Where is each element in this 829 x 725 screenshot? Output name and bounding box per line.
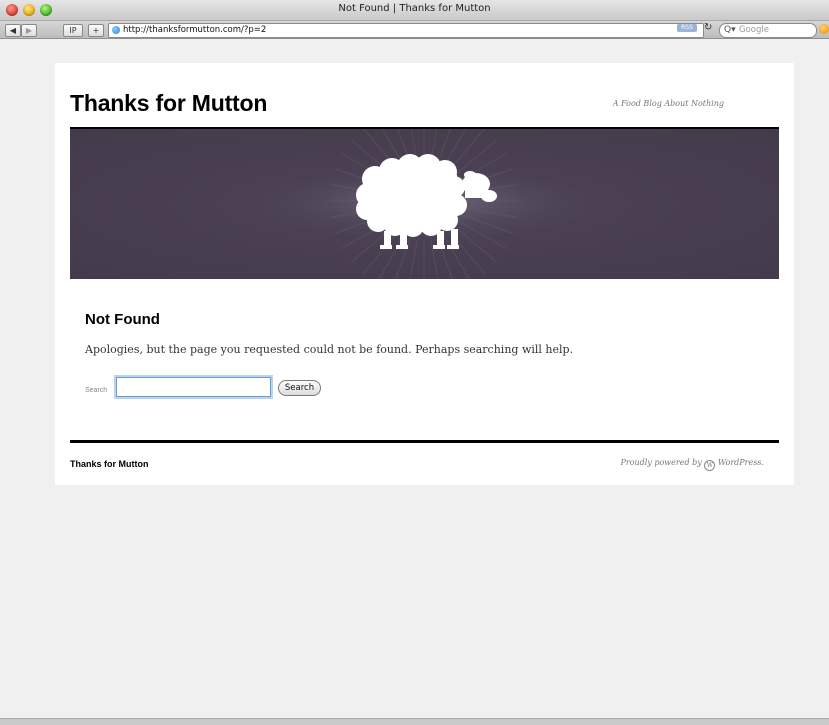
globe-icon bbox=[112, 26, 120, 34]
sheep-logo bbox=[356, 154, 497, 249]
footer-credit: Proudly powered by W WordPress. bbox=[620, 458, 764, 471]
page-container: Thanks for Mutton A Food Blog About Noth… bbox=[55, 63, 794, 485]
site-title[interactable]: Thanks for Mutton bbox=[70, 90, 267, 117]
address-bar[interactable]: http://thanksformutton.com/?p=2 bbox=[108, 23, 704, 38]
not-found-message: Apologies, but the page you requested co… bbox=[85, 343, 574, 356]
site-tagline: A Food Blog About Nothing bbox=[612, 99, 724, 108]
browser-search-field[interactable]: Q▾ Google bbox=[719, 23, 817, 38]
browser-search-placeholder: Google bbox=[739, 25, 769, 35]
search-icon: Q▾ bbox=[724, 25, 736, 35]
add-bookmark-button[interactable]: + bbox=[88, 24, 104, 37]
window-title: Not Found | Thanks for Mutton bbox=[338, 3, 491, 14]
credit-prefix: Proudly powered by bbox=[620, 458, 702, 467]
back-arrow-icon: ◀ bbox=[9, 26, 17, 35]
footer-divider bbox=[70, 440, 779, 443]
window-titlebar: Not Found | Thanks for Mutton bbox=[0, 0, 829, 21]
back-button[interactable]: ◀ bbox=[5, 24, 21, 37]
search-input[interactable] bbox=[116, 377, 271, 397]
wordpress-link[interactable]: WordPress. bbox=[718, 458, 764, 467]
browser-toolbar: ◀ ▶ IP + http://thanksformutton.com/?p=2… bbox=[0, 21, 829, 39]
search-button[interactable]: Search bbox=[278, 380, 321, 396]
rss-button[interactable]: RSS bbox=[677, 24, 697, 32]
address-url: http://thanksformutton.com/?p=2 bbox=[123, 25, 267, 35]
wordpress-icon: W bbox=[704, 460, 716, 471]
header-banner[interactable] bbox=[70, 129, 779, 279]
forward-button[interactable]: ▶ bbox=[21, 24, 37, 37]
footer-site-title[interactable]: Thanks for Mutton bbox=[70, 459, 149, 469]
forward-arrow-icon: ▶ bbox=[25, 26, 33, 35]
ip-button[interactable]: IP bbox=[63, 24, 83, 37]
page-title: Not Found bbox=[85, 311, 160, 328]
reload-icon[interactable]: ↻ bbox=[704, 22, 712, 33]
search-label: Search bbox=[85, 387, 108, 394]
snapback-icon[interactable] bbox=[819, 24, 829, 34]
